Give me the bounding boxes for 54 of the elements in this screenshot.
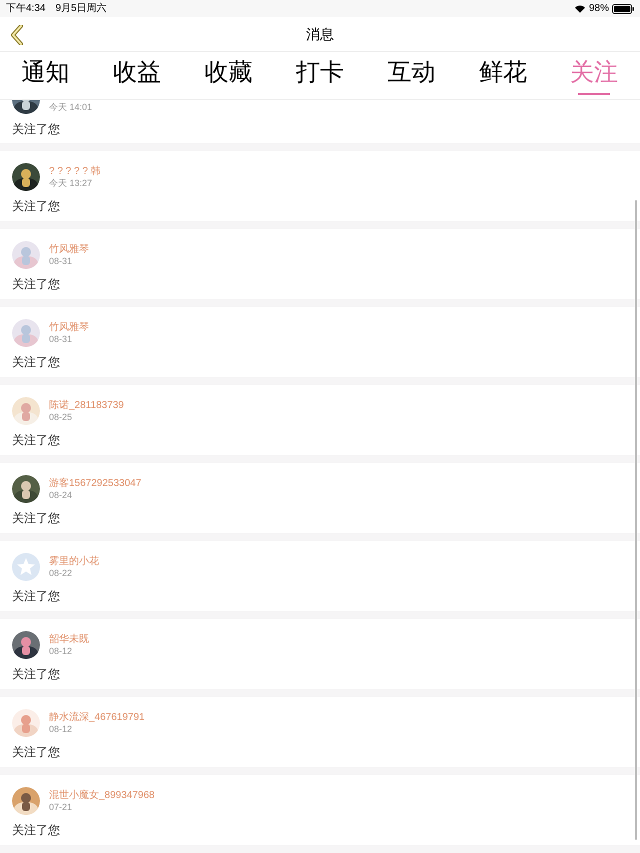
message-card[interactable]: 游客1567292533047 08-24 关注了您 — [0, 463, 640, 533]
tab[interactable]: 收益 — [91, 52, 183, 99]
message-text: 关注了您 — [12, 824, 61, 836]
tab[interactable]: 收藏 — [182, 52, 274, 99]
message-time: 08-22 — [49, 568, 74, 578]
tab[interactable]: 互动 — [366, 52, 458, 99]
message-text: 关注了您 — [12, 278, 61, 290]
message-text: 关注了您 — [12, 123, 61, 135]
message-card[interactable]: 韶华未既 08-12 关注了您 — [0, 619, 640, 689]
message-text: 关注了您 — [12, 200, 61, 212]
status-date: 9月5日周六 — [55, 2, 107, 16]
message-time: 今天 13:27 — [49, 178, 94, 188]
message-time: 08-25 — [49, 412, 74, 422]
user-name: 雾里的小花 — [49, 556, 99, 566]
message-text: 关注了您 — [12, 356, 61, 368]
message-text: 关注了您 — [12, 746, 61, 758]
user-name: 竹风雅琴 — [49, 322, 89, 332]
message-card[interactable]: 竹风雅琴 08-31 关注了您 — [0, 229, 640, 299]
battery-percent: 98% — [588, 2, 609, 16]
message-time: 08-24 — [49, 490, 74, 500]
user-name: 韶华未既 — [49, 634, 89, 644]
message-time: 08-31 — [49, 256, 74, 266]
tab[interactable]: 打卡 — [274, 52, 366, 99]
message-card[interactable]: 静水流深_467619791 08-12 关注了您 — [0, 697, 640, 767]
user-name: 竹风雅琴 — [49, 244, 89, 254]
user-name: 游客1567292533047 — [49, 478, 142, 488]
message-card[interactable]: 陈诺_281183739 08-25 关注了您 — [0, 385, 640, 455]
user-name: ? ? ? ? ? 韩 — [49, 166, 101, 176]
message-card[interactable]: ? ? ? ? ? 韩 今天 13:27 关注了您 — [0, 151, 640, 221]
message-text: 关注了您 — [12, 434, 61, 446]
back-chevron-icon — [10, 25, 24, 45]
message-text: 关注了您 — [12, 668, 61, 680]
message-time: 08-12 — [49, 724, 74, 734]
wifi-icon — [574, 4, 585, 12]
message-card[interactable]: 竹风雅琴 08-31 关注了您 — [0, 307, 640, 377]
message-time: 08-12 — [49, 646, 74, 656]
user-name: 陈诺_281183739 — [49, 400, 124, 410]
page-title: 消息 — [306, 24, 334, 44]
message-card[interactable]: 混世小魔女_899347968 07-21 关注了您 — [0, 775, 640, 845]
user-name: 静水流深_467619791 — [49, 712, 145, 722]
message-text: 关注了您 — [12, 512, 61, 524]
battery-icon — [612, 4, 634, 14]
tab[interactable]: 鲜花 — [457, 52, 549, 99]
user-name: 混世小魔女_899347968 — [49, 790, 155, 800]
message-time: 今天 14:01 — [49, 103, 92, 112]
message-card[interactable]: 今天 14:01 关注了您 — [0, 100, 640, 143]
status-time: 下午4:34 — [6, 2, 46, 16]
message-text: 关注了您 — [12, 590, 61, 602]
back-button[interactable] — [8, 25, 26, 45]
tab[interactable]: 通知 — [0, 52, 92, 99]
message-time: 07-21 — [49, 802, 74, 812]
default-avatar-icon — [12, 553, 40, 581]
message-card[interactable]: 雾里的小花 08-22 关注了您 — [0, 541, 640, 611]
message-time: 08-31 — [49, 334, 74, 344]
